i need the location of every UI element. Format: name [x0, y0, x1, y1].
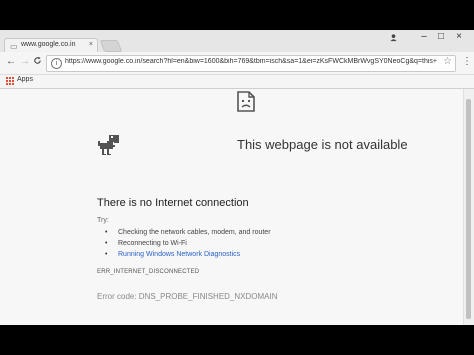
sad-page-icon [237, 91, 255, 112]
apps-link[interactable]: Apps [17, 76, 33, 83]
reload-button[interactable] [33, 56, 42, 68]
page-icon: ▭ [10, 42, 18, 51]
title-bar: ▭ www.google.co.in × – □ × [0, 30, 474, 53]
forward-button[interactable]: → [20, 56, 30, 67]
tab-close-icon[interactable]: × [89, 41, 93, 48]
suggestion-item: Reconnecting to Wi-Fi [104, 240, 271, 251]
tab-active[interactable]: ▭ www.google.co.in × [4, 38, 98, 53]
error-code-detail: ERR_INTERNET_DISCONNECTED [97, 269, 200, 275]
bookmarks-bar: Apps [0, 75, 474, 89]
error-code: Error code: DNS_PROBE_FINISHED_NXDOMAIN [97, 292, 278, 301]
browser-window: ▭ www.google.co.in × – □ × ← → i https:/… [0, 30, 474, 325]
close-window-button[interactable]: × [449, 31, 469, 42]
scroll-thumb[interactable] [466, 99, 471, 319]
vertical-scrollbar[interactable] [463, 89, 474, 325]
network-diagnostics-link[interactable]: Running Windows Network Diagnostics [104, 251, 271, 262]
suggestion-item: Checking the network cables, modem, and … [104, 229, 271, 240]
address-bar[interactable]: i https://www.google.co.in/search?hl=en&… [46, 55, 456, 72]
toolbar: ← → i https://www.google.co.in/search?hl… [0, 52, 474, 75]
kebab-menu-icon[interactable]: ⋮ [462, 56, 472, 67]
profile-icon[interactable] [389, 33, 398, 44]
url-text[interactable]: https://www.google.co.in/search?hl=en&bi… [65, 58, 437, 65]
suggestion-list: Checking the network cables, modem, and … [104, 229, 271, 262]
maximize-button[interactable]: □ [431, 31, 451, 42]
back-button[interactable]: ← [6, 56, 16, 67]
dinosaur-icon[interactable] [97, 133, 121, 157]
apps-grid-icon[interactable] [6, 77, 14, 85]
error-headline: There is no Internet connection [97, 197, 249, 209]
new-tab-button[interactable] [99, 40, 123, 52]
page-title: This webpage is not available [237, 137, 408, 152]
info-icon[interactable]: i [51, 58, 62, 69]
error-page: This webpage is not available There is n… [0, 89, 464, 325]
star-icon[interactable]: ☆ [443, 56, 452, 67]
tab-title: www.google.co.in [21, 41, 76, 48]
try-label: Try: [97, 217, 109, 224]
